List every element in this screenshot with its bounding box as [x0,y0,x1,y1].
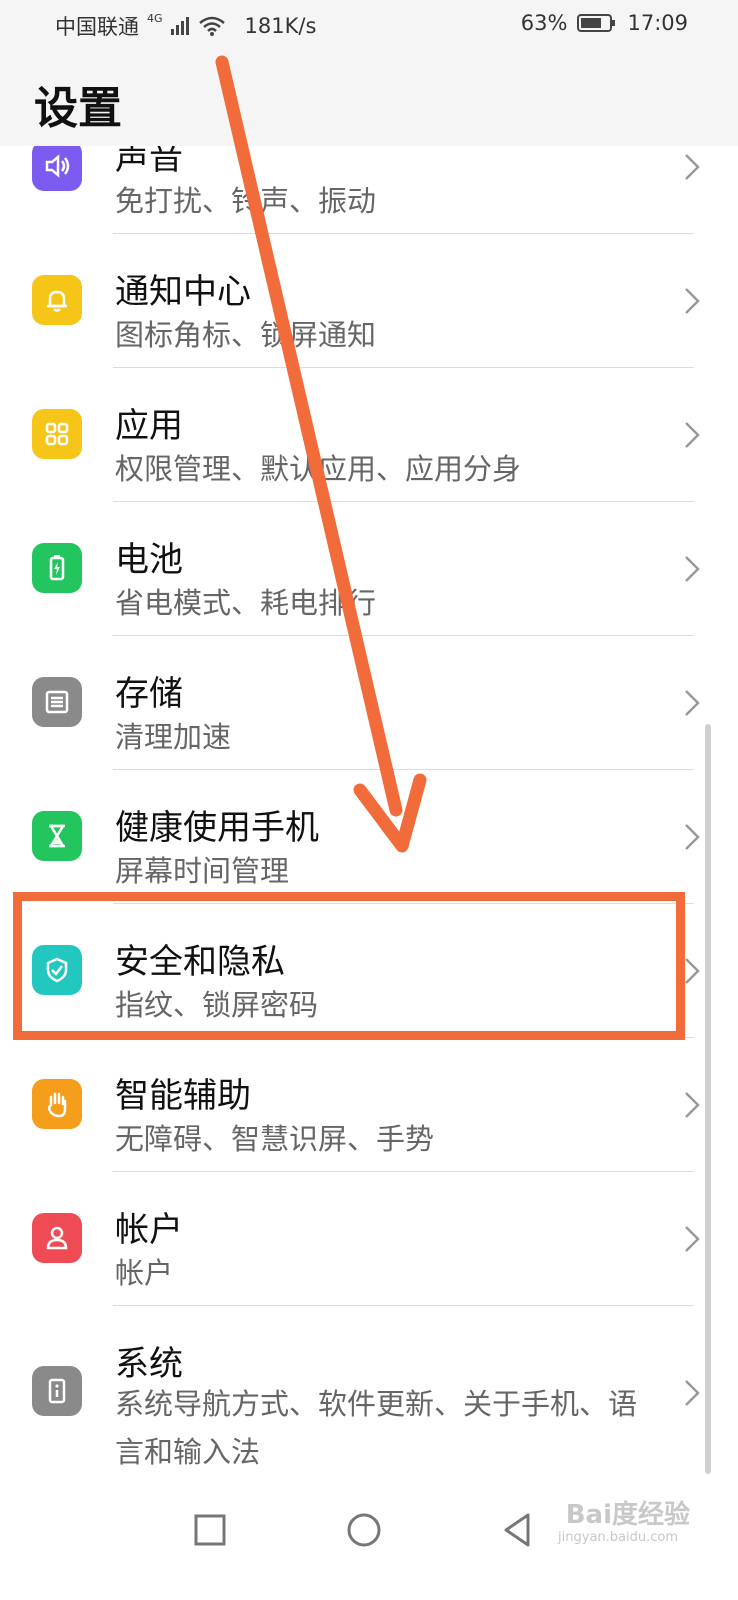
highlight-box [13,892,685,1040]
network-type: 4G [147,11,163,25]
carrier-label: 中国联通 [55,15,139,39]
status-bar: 中国联通 4G 181K/s 63% 17:09 [0,0,738,50]
settings-item-storage[interactable]: 存储 清理加速 [0,636,738,770]
item-subtitle: 帐户 [115,1256,174,1290]
item-subtitle: 免打扰、铃声、振动 [115,184,377,218]
item-subtitle: 清理加速 [115,720,232,754]
wifi-icon [198,16,225,36]
chevron-right-icon [685,824,700,850]
item-subtitle: 屏幕时间管理 [115,854,290,888]
hourglass-icon [32,811,82,861]
network-speed: 181K/s [244,14,317,38]
item-subtitle: 图标角标、锁屏通知 [115,318,377,352]
back-icon[interactable] [498,1510,538,1550]
apps-grid-icon [32,409,82,459]
chevron-right-icon [685,958,700,984]
storage-icon [32,677,82,727]
watermark-url: jingyan.baidu.com [558,1530,678,1545]
item-subtitle: 省电模式、耗电排行 [115,586,377,620]
battery-percent: 63% [520,11,568,35]
recent-apps-icon[interactable] [190,1510,230,1550]
settings-item-battery[interactable]: 电池 省电模式、耗电排行 [0,502,738,636]
hand-icon [32,1079,82,1129]
settings-item-smart-assistance[interactable]: 智能辅助 无障碍、智慧识屏、手势 [0,1038,738,1172]
battery-status-icon [577,14,616,32]
clock: 17:09 [627,11,688,35]
settings-item-accounts[interactable]: 帐户 帐户 [0,1172,738,1306]
settings-item-system[interactable]: 系统 系统导航方式、软件更新、关于手机、语言和输入法 [0,1306,738,1476]
chevron-right-icon [685,690,700,716]
user-icon [32,1213,82,1263]
item-title: 健康使用手机 [115,808,319,848]
item-title: 应用 [115,406,183,446]
info-icon [32,1366,82,1416]
chevron-right-icon [685,1226,700,1252]
scrollbar[interactable] [705,724,711,1474]
item-subtitle: 系统导航方式、软件更新、关于手机、语言和输入法 [115,1387,638,1469]
item-title: 智能辅助 [115,1076,251,1116]
chevron-right-icon [685,556,700,582]
item-subtitle: 权限管理、默认应用、应用分身 [115,452,522,486]
settings-item-apps[interactable]: 应用 权限管理、默认应用、应用分身 [0,368,738,502]
volume-icon [32,141,82,191]
item-title: 电池 [115,540,183,580]
page-title: 设置 [34,83,122,134]
chevron-right-icon [685,154,700,180]
item-title: 存储 [115,674,183,714]
chevron-right-icon [685,1380,700,1406]
battery-icon [32,543,82,593]
chevron-right-icon [685,288,700,314]
settings-item-notification[interactable]: 通知中心 图标角标、锁屏通知 [0,234,738,368]
bell-icon [32,275,82,325]
settings-list: 声音 免打扰、铃声、振动 通知中心 图标角标、锁屏通知 应用 权限管理、默认应用… [0,100,738,1476]
status-right: 63% 17:09 [521,11,688,35]
watermark: Bai度经验 [565,1500,690,1530]
status-left: 中国联通 4G 181K/s [55,11,316,41]
item-title: 系统 [115,1344,183,1384]
home-icon[interactable] [344,1510,384,1550]
header: 设置 [0,50,738,146]
item-title: 帐户 [115,1210,183,1250]
chevron-right-icon [685,1092,700,1118]
signal-icon [170,17,189,35]
item-subtitle: 无障碍、智慧识屏、手势 [115,1122,435,1156]
item-title: 通知中心 [115,272,251,312]
chevron-right-icon [685,422,700,448]
settings-item-digital-balance[interactable]: 健康使用手机 屏幕时间管理 [0,770,738,904]
